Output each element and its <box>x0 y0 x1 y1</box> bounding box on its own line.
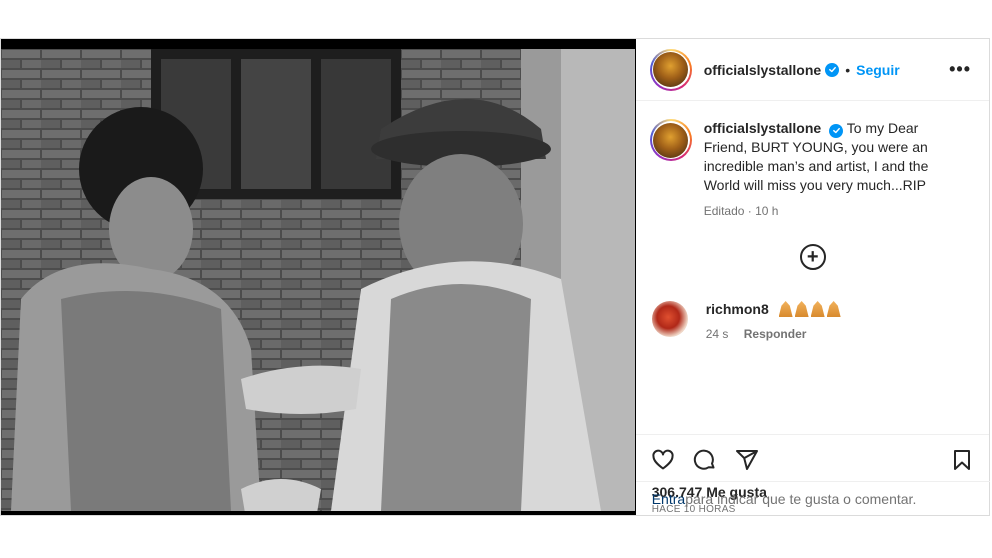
login-link[interactable]: Entra <box>652 491 685 507</box>
paper-plane-icon[interactable] <box>734 447 760 473</box>
plus-circle-icon[interactable]: + <box>799 244 826 270</box>
avatar-frame <box>651 50 690 89</box>
avatar-frame <box>651 121 690 159</box>
comment-time: 24 s <box>705 327 729 341</box>
caption-avatar[interactable] <box>649 119 692 161</box>
author-username[interactable]: officialslystallone <box>704 62 821 78</box>
post-photo[interactable] <box>1 49 635 511</box>
heart-icon[interactable] <box>650 447 676 473</box>
author-avatar[interactable] <box>649 48 692 91</box>
instagram-post: officialslystallone • Seguir ••• officia… <box>0 38 990 516</box>
avatar-image <box>653 122 689 158</box>
action-bar <box>635 434 989 484</box>
comment-item: richmon8 24 s Responder <box>650 301 841 341</box>
comment-meta: 24 s Responder <box>706 327 841 341</box>
add-comment-text: para indicar que te gusta o comentar. <box>685 490 917 507</box>
avatar-image <box>653 52 689 87</box>
post-header: officialslystallone • Seguir ••• <box>635 39 989 101</box>
post-media[interactable] <box>1 39 636 515</box>
more-options-icon[interactable]: ••• <box>945 55 975 84</box>
verified-badge-icon <box>825 62 840 77</box>
comment-bubble-icon[interactable] <box>692 447 718 473</box>
caption-body: officialslystallone To my Dear Friend, B… <box>704 119 954 221</box>
photo-illustration <box>1 49 635 511</box>
commenter-avatar[interactable] <box>651 301 688 337</box>
follow-button[interactable]: Seguir <box>856 62 900 78</box>
caption: officialslystallone To my Dear Friend, B… <box>649 119 975 221</box>
caption-username[interactable]: officialslystallone <box>704 120 821 136</box>
praying-hands-emoji-icon <box>778 301 841 317</box>
reply-button[interactable]: Responder <box>744 327 807 341</box>
comment-body: richmon8 24 s Responder <box>706 301 841 341</box>
add-comment-bar: Entra para indicar que te gusta o coment… <box>635 481 990 515</box>
comments-panel: officialslystallone To my Dear Friend, B… <box>636 101 989 434</box>
bookmark-icon[interactable] <box>949 447 975 473</box>
post-sidebar: officialslystallone • Seguir ••• officia… <box>635 39 990 515</box>
caption-meta: Editado · 10 h <box>703 204 779 218</box>
verified-badge-icon <box>829 123 844 138</box>
commenter-username[interactable]: richmon8 <box>706 301 769 317</box>
separator-dot: • <box>845 61 851 78</box>
